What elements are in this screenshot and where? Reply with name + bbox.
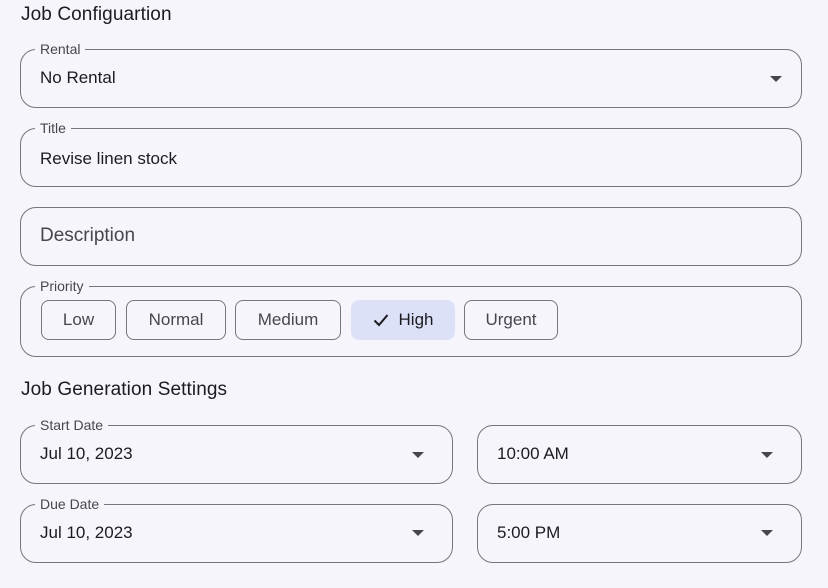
start-date-select[interactable]: Start Date Jul 10, 2023 xyxy=(20,417,453,484)
priority-chip-medium[interactable]: Medium xyxy=(235,300,341,340)
priority-chip-normal[interactable]: Normal xyxy=(126,300,226,340)
rental-label: Rental xyxy=(35,41,86,57)
priority-chip-label: Medium xyxy=(257,310,319,329)
description-placeholder: Description xyxy=(40,225,136,246)
due-date-dropdown-arrow-icon[interactable] xyxy=(412,530,424,536)
job-generation-settings-heading: Job Generation Settings xyxy=(21,379,228,400)
check-icon xyxy=(373,313,389,327)
priority-chip-label: Low xyxy=(62,310,95,329)
start-date-label: Start Date xyxy=(35,417,109,433)
priority-chip-urgent[interactable]: Urgent xyxy=(464,300,558,340)
due-time-dropdown-arrow-icon[interactable] xyxy=(761,530,773,536)
priority-chip-low[interactable]: Low xyxy=(41,300,116,340)
start-time-value: 10:00 AM xyxy=(497,444,569,463)
priority-chip-label: High xyxy=(398,310,434,329)
rental-dropdown-arrow-icon[interactable] xyxy=(770,76,782,82)
due-time-value: 5:00 PM xyxy=(497,523,561,542)
job-configuration-heading: Job Configuartion xyxy=(21,4,172,25)
title-label: Title xyxy=(35,120,71,136)
description-field[interactable]: Description xyxy=(20,207,802,266)
start-time-dropdown-arrow-icon[interactable] xyxy=(761,452,773,458)
due-time-select[interactable]: 5:00 PM xyxy=(477,504,802,563)
priority-chip-high[interactable]: High xyxy=(351,300,455,340)
rental-select[interactable]: Rental No Rental xyxy=(20,41,802,108)
due-date-label: Due Date xyxy=(35,496,105,512)
priority-chip-label: Urgent xyxy=(485,310,537,329)
rental-value: No Rental xyxy=(40,68,116,87)
title-field[interactable]: Title Revise linen stock xyxy=(20,120,802,187)
title-value: Revise linen stock xyxy=(40,149,178,168)
start-time-select[interactable]: 10:00 AM xyxy=(477,425,802,484)
start-date-dropdown-arrow-icon[interactable] xyxy=(412,452,424,458)
due-date-select[interactable]: Due Date Jul 10, 2023 xyxy=(20,496,453,563)
priority-group: Priority Low Normal Medium High Urgent xyxy=(20,278,802,357)
due-date-value: Jul 10, 2023 xyxy=(40,523,133,542)
priority-chip-label: Normal xyxy=(148,310,204,329)
start-date-value: Jul 10, 2023 xyxy=(40,444,133,463)
priority-label: Priority xyxy=(35,278,89,294)
